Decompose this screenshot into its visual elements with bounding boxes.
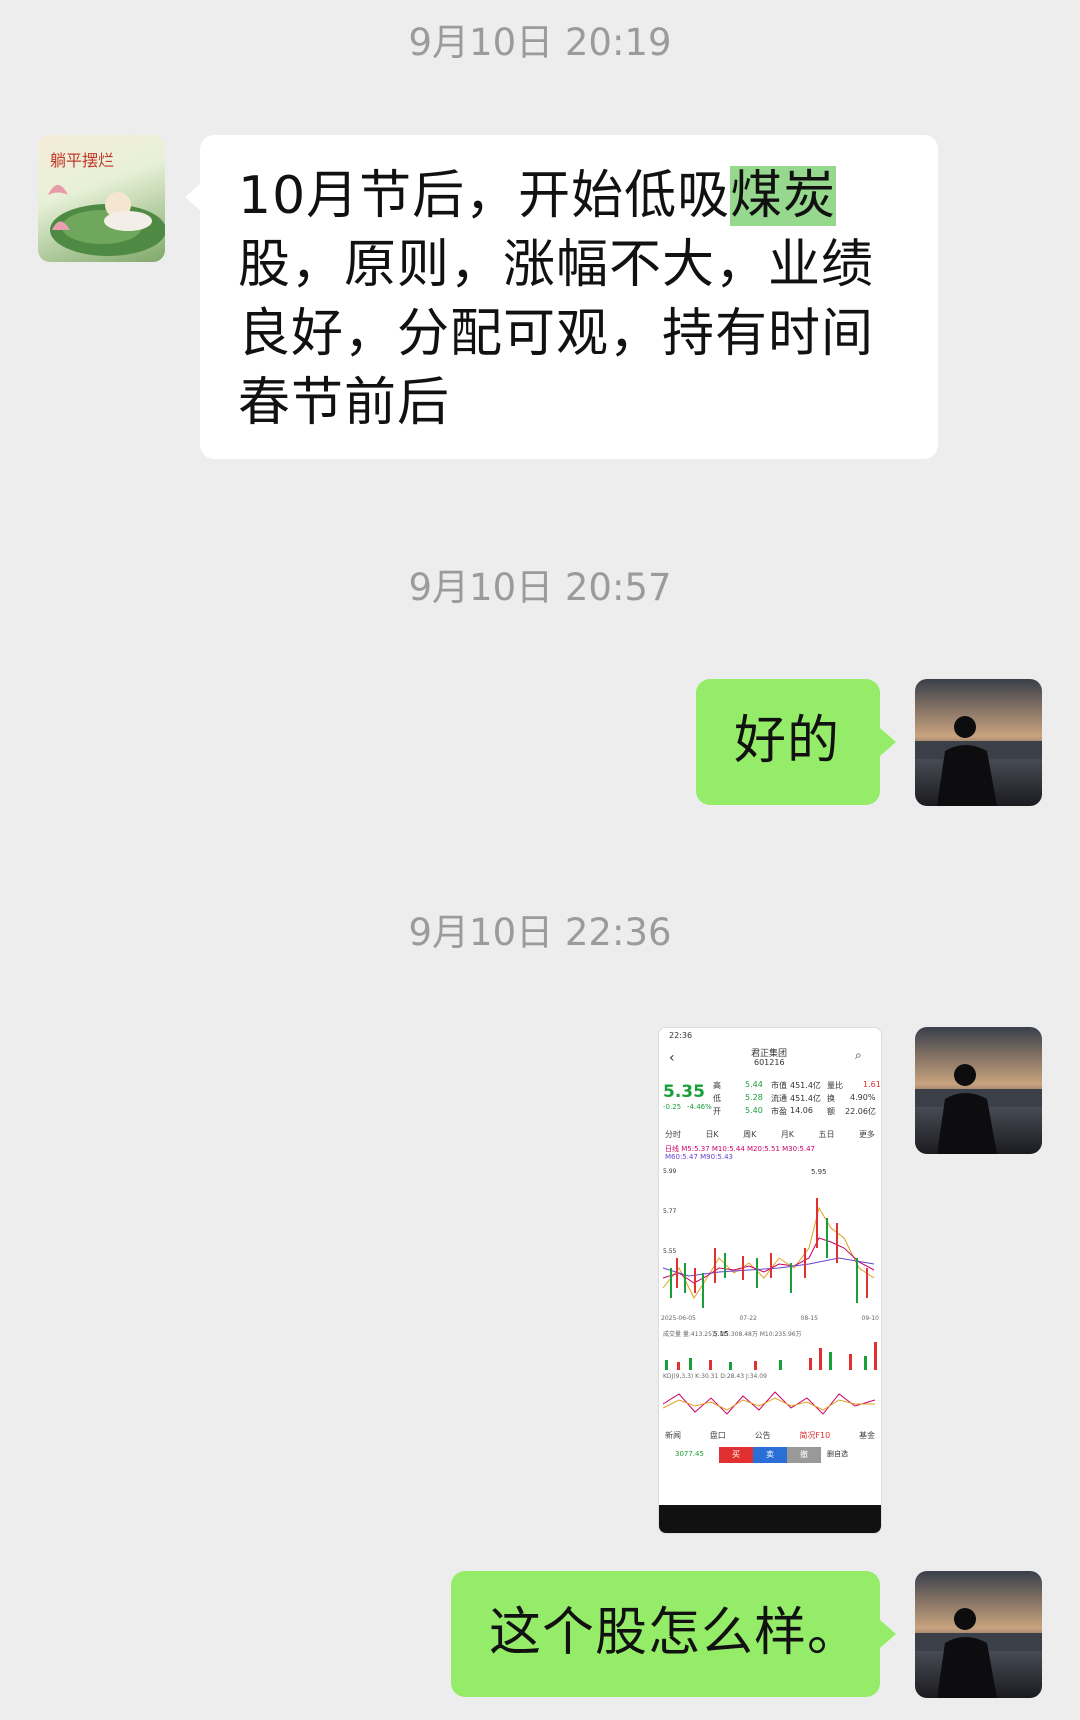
tab-monthly-k[interactable]: 月K (781, 1129, 794, 1140)
sell-button[interactable]: 卖 (753, 1447, 787, 1463)
remove-watchlist-button[interactable]: 删自选 (827, 1449, 848, 1459)
stat-value: 5.40 (745, 1106, 763, 1115)
candlestick-chart (662, 1198, 875, 1308)
kdj-legend: KDJ(9,3,3) K:30.31 D:28.43 J:34.09 (663, 1373, 767, 1380)
stat-value: 5.28 (745, 1093, 763, 1102)
date-label: 08-15 (800, 1315, 818, 1322)
message-text: 这个股怎么样。 (489, 1603, 861, 1663)
ma-legend: M60:5.47 M90:5.43 (665, 1153, 734, 1161)
bottom-tabs: 新闻 盘口 公告 简况F10 基金 (665, 1430, 875, 1441)
date-label: 07-22 (739, 1315, 757, 1322)
bubble-tail (880, 728, 896, 756)
tab-f10[interactable]: 简况F10 (799, 1430, 830, 1441)
message-bubble[interactable]: 好的 (696, 679, 880, 805)
user-avatar[interactable] (915, 1571, 1042, 1698)
back-icon: ‹ (669, 1050, 675, 1066)
stat-value: 4.90% (850, 1093, 876, 1102)
contact-avatar[interactable]: 躺平摆烂 (38, 135, 165, 262)
stat-value: 14.06 (790, 1106, 813, 1115)
stat-label: 高 (713, 1081, 721, 1090)
stat-value: 451.4亿 (790, 1094, 821, 1103)
tab-five-day[interactable]: 五日 (819, 1129, 835, 1140)
stat-label: 低 (713, 1094, 721, 1103)
chart-tabs: 分时 日K 周K 月K 五日 更多 (665, 1129, 875, 1140)
stat-label: 流通 (771, 1094, 787, 1103)
tab-announcements[interactable]: 公告 (755, 1430, 771, 1441)
message-text: 好的 (734, 711, 841, 771)
stat-label: 量比 (827, 1081, 843, 1090)
date-label: 2025-06-05 (661, 1315, 696, 1322)
timestamp: 9月10日 20:19 (408, 21, 672, 64)
stock-change-pct: -4.46% (687, 1103, 712, 1111)
tab-more[interactable]: 更多 (859, 1129, 875, 1140)
tab-daily-k[interactable]: 日K (705, 1129, 718, 1140)
index-value: 3077.45 (675, 1450, 704, 1458)
bubble-tail (185, 183, 201, 211)
silhouette-sunset-avatar-icon (915, 1027, 1042, 1154)
user-avatar[interactable] (915, 1027, 1042, 1154)
stat-value: 5.44 (745, 1080, 763, 1089)
cancel-button[interactable]: 撤 (787, 1447, 821, 1463)
message-bubble[interactable]: 10月节后，开始低吸煤炭股，原则，涨幅不大，业绩良好，分配可观，持有时间春节前后 (200, 135, 938, 459)
stock-price: 5.35 (663, 1082, 705, 1102)
stat-value: 1.61 (863, 1080, 881, 1089)
volume-legend: 成交量 量:413.25万 M5:308.48万 M10:235.96万 (663, 1331, 802, 1338)
avatar-text: 躺平摆烂 (50, 151, 115, 170)
phone-nav-bar (659, 1505, 881, 1533)
stock-change: -0.25 (663, 1103, 682, 1111)
timestamp: 9月10日 20:57 (408, 566, 672, 609)
tab-news[interactable]: 新闻 (665, 1430, 681, 1441)
stat-value: 451.4亿 (790, 1081, 821, 1090)
message-bubble[interactable]: 这个股怎么样。 (451, 1571, 880, 1697)
search-icon: ⌕ (855, 1048, 862, 1062)
stat-label: 市值 (771, 1081, 787, 1090)
tab-fenshi[interactable]: 分时 (665, 1129, 681, 1140)
bubble-tail (880, 1620, 896, 1648)
tab-weekly-k[interactable]: 周K (743, 1129, 756, 1140)
kdj-lines (662, 1391, 876, 1415)
user-avatar[interactable] (915, 679, 1042, 806)
stock-code: 601216 (754, 1058, 785, 1067)
stat-value: 22.06亿 (845, 1107, 876, 1116)
silhouette-sunset-avatar-icon (915, 679, 1042, 806)
status-time: 22:36 (669, 1031, 693, 1040)
highlighted-keyword: 煤炭 (730, 166, 837, 226)
stat-label: 开 (713, 1107, 721, 1116)
date-axis: 2025-06-05 07-22 08-15 09-10 (661, 1315, 879, 1322)
silhouette-sunset-avatar-icon (915, 1571, 1042, 1698)
tab-orderbook[interactable]: 盘口 (710, 1430, 726, 1441)
volume-bars (665, 1342, 877, 1370)
buy-button[interactable]: 买 (719, 1447, 753, 1463)
timestamp: 9月10日 22:36 (408, 911, 672, 954)
stat-label: 换 (827, 1094, 835, 1103)
date-label: 09-10 (861, 1315, 879, 1322)
stat-label: 市盈 (771, 1107, 787, 1116)
stat-label: 额 (827, 1107, 835, 1116)
message-text: 10月节后，开始低吸煤炭股，原则，涨幅不大，业绩良好，分配可观，持有时间春节前后 (238, 166, 875, 433)
stock-chart-image[interactable]: 22:36 ‹ 君正集团 601216 ⌕ 5.35 -0.25 -4.46% … (658, 1027, 882, 1534)
tab-fund[interactable]: 基金 (859, 1430, 875, 1441)
